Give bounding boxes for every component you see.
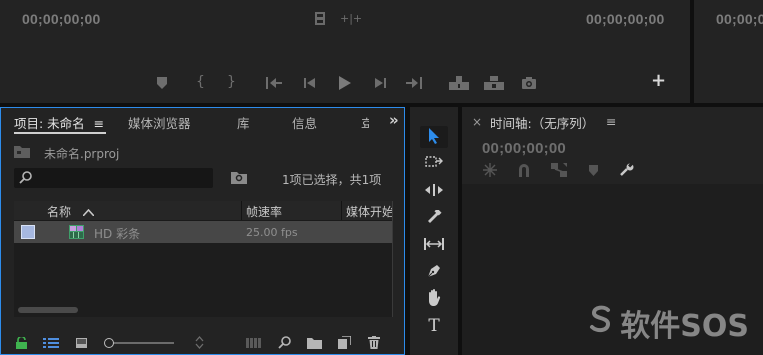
column-name-label: 名称	[47, 205, 72, 219]
mark-in-icon[interactable]: {	[196, 75, 205, 89]
column-name[interactable]: 名称	[47, 203, 95, 220]
project-file-name: 未命名.prproj	[44, 147, 120, 161]
timeline-menu-icon[interactable]: ≡	[606, 114, 616, 129]
export-frame-icon[interactable]	[522, 77, 536, 89]
horizontal-scrollbar[interactable]	[18, 307, 78, 313]
new-item-icon[interactable]	[338, 336, 351, 349]
source-timecode-in[interactable]: 00;00;00;00	[22, 11, 100, 27]
step-forward-icon[interactable]	[374, 77, 386, 89]
film-strip-icon[interactable]	[314, 12, 326, 25]
bars-and-tone-icon	[69, 225, 84, 242]
trash-icon[interactable]	[368, 336, 380, 349]
column-media-start[interactable]: 媒体开始	[346, 203, 392, 220]
tab-effects-truncated[interactable]: 효	[361, 113, 369, 132]
sort-icons-icon[interactable]	[195, 336, 204, 349]
snap-icon[interactable]	[517, 163, 531, 177]
timeline-timecode[interactable]: 00;00;00;00	[482, 140, 566, 157]
button-editor-add-icon[interactable]: +	[651, 72, 666, 90]
step-back-icon[interactable]	[304, 77, 316, 89]
watermark-text: 软件SOS	[620, 309, 749, 344]
zoom-slider-track[interactable]	[108, 342, 174, 344]
play-icon[interactable]	[339, 76, 351, 90]
label-color-swatch[interactable]	[21, 225, 35, 239]
go-to-in-icon[interactable]	[266, 77, 282, 89]
column-separator[interactable]	[241, 201, 242, 220]
pen-tool-icon	[426, 263, 442, 282]
razor-tool-icon	[426, 207, 442, 227]
watermark-logo-icon	[586, 304, 616, 342]
zoom-slider[interactable]	[104, 338, 174, 348]
column-frame-rate[interactable]: 帧速率	[246, 203, 282, 220]
source-monitor-panel: 00;00;00;00 +|+ 00;00;00;00 { } +	[0, 0, 690, 103]
lock-icon[interactable]	[16, 337, 27, 349]
sort-ascending-icon[interactable]	[82, 205, 95, 219]
track-select-tool[interactable]	[420, 153, 448, 175]
selection-status: 1项已选择，共1项	[282, 173, 382, 187]
selection-tool[interactable]	[420, 126, 448, 148]
list-header: 名称 帧速率 媒体开始	[14, 201, 392, 221]
folder-icon	[14, 145, 30, 158]
timeline-settings-wrench-icon[interactable]	[620, 163, 634, 177]
slip-tool[interactable]	[420, 234, 448, 256]
zoom-slider-handle[interactable]	[104, 338, 114, 348]
hand-tool-icon	[426, 289, 442, 309]
tabs-overflow-icon[interactable]: »	[389, 111, 399, 129]
new-search-bin-icon[interactable]	[231, 171, 247, 184]
tab-info[interactable]: 信息	[292, 113, 317, 132]
timeline-title[interactable]: 时间轴:（无序列）	[490, 113, 594, 132]
ripple-edit-tool-icon	[425, 183, 443, 199]
panel-menu-icon[interactable]: ≡	[94, 116, 104, 131]
new-bin-icon[interactable]	[307, 337, 322, 349]
tab-media-browser[interactable]: 媒体浏览器	[128, 113, 191, 132]
insert-icon[interactable]	[449, 76, 469, 90]
ripple-edit-tool[interactable]	[420, 180, 448, 202]
clip-name[interactable]: HD 彩条	[94, 225, 140, 242]
type-tool[interactable]: T	[420, 315, 448, 337]
column-separator[interactable]	[341, 201, 342, 220]
source-timecode-out[interactable]: 00;00;00;00	[586, 11, 664, 27]
list-view-icon[interactable]	[43, 338, 59, 348]
hand-tool[interactable]	[420, 288, 448, 310]
clip-frame-rate: 25.00 fps	[246, 226, 298, 239]
search-icon	[19, 171, 32, 184]
slip-tool-icon	[424, 237, 444, 254]
automate-to-sequence-icon[interactable]	[246, 338, 262, 348]
tab-project-label: 项目: 未命名	[14, 116, 85, 131]
razor-tool[interactable]	[420, 207, 448, 229]
linked-selection-icon[interactable]	[551, 163, 567, 177]
search-input[interactable]	[38, 169, 212, 187]
program-timecode[interactable]: 00;00;00	[716, 11, 763, 27]
audio-waveform-icon[interactable]: +|+	[340, 12, 362, 26]
find-icon[interactable]	[278, 336, 291, 349]
project-list-right-edge	[392, 201, 393, 317]
search-box[interactable]	[14, 168, 213, 188]
selection-tool-icon	[428, 127, 440, 147]
overwrite-icon[interactable]	[484, 76, 504, 90]
track-select-tool-icon	[425, 155, 443, 173]
pen-tool[interactable]	[420, 261, 448, 283]
go-to-out-icon[interactable]	[406, 77, 422, 89]
type-tool-icon: T	[428, 316, 440, 336]
mark-out-icon[interactable]: }	[227, 75, 236, 89]
add-marker-icon[interactable]	[157, 77, 167, 89]
nest-sequence-icon[interactable]	[483, 163, 497, 177]
icon-view-icon[interactable]	[76, 338, 87, 348]
tab-project[interactable]: 项目: 未命名 ≡	[14, 113, 104, 132]
watermark: 软件SOS	[586, 301, 749, 345]
timeline-close-icon[interactable]: ×	[472, 115, 482, 129]
tab-libraries[interactable]: 库	[237, 113, 250, 132]
project-list: 名称 帧速率 媒体开始 HD 彩条 25.00 fps	[14, 201, 392, 317]
add-marker-icon[interactable]	[589, 165, 598, 176]
program-monitor-panel: 00;00;00	[694, 0, 763, 103]
table-row[interactable]: HD 彩条 25.00 fps	[14, 221, 392, 243]
tab-project-underline	[14, 132, 106, 134]
